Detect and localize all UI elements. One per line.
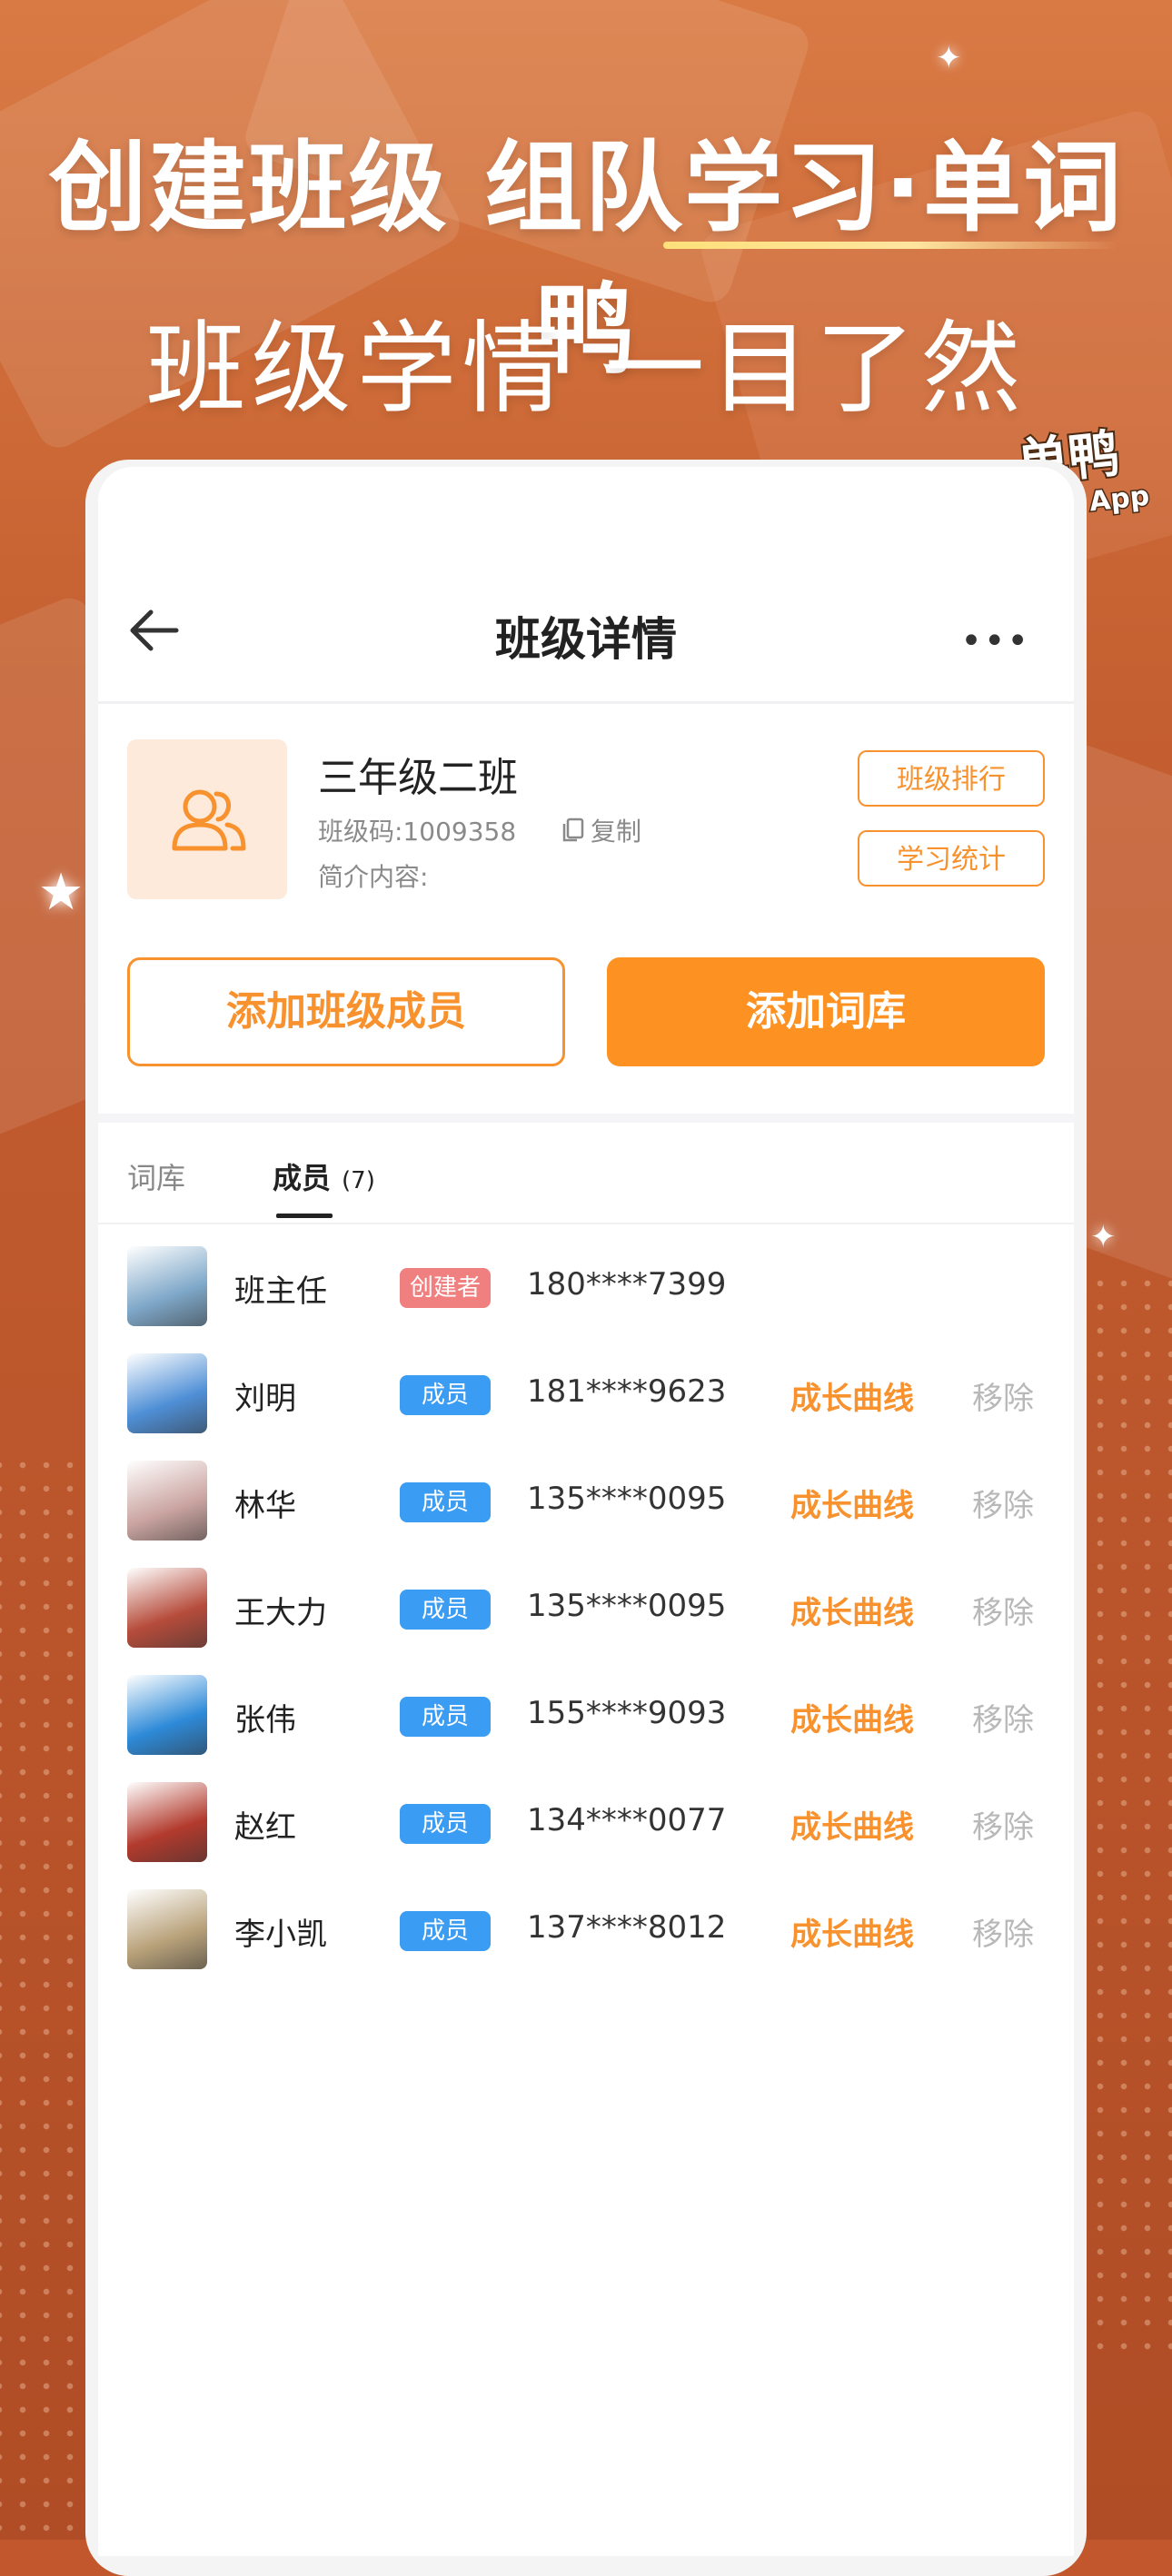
member-phone: 134****0077 [527, 1802, 727, 1838]
avatar [127, 1889, 207, 1969]
avatar [127, 1568, 207, 1648]
growth-curve-link[interactable]: 成长曲线 [790, 1588, 914, 1632]
remove-member-button[interactable]: 移除 [972, 1909, 1034, 1954]
app-screen: 班级详情 ••• 三年级二班 班级码:1009358 复制 简介内容: 班级排行… [98, 467, 1074, 2556]
member-phone: 181****9623 [527, 1373, 727, 1410]
member-name: 赵红 [234, 1809, 296, 1846]
member-name: 李小凯 [234, 1917, 327, 1953]
growth-curve-link[interactable]: 成长曲线 [790, 1909, 914, 1954]
remove-member-button[interactable]: 移除 [972, 1695, 1034, 1739]
member-phone: 135****0095 [527, 1481, 727, 1517]
growth-curve-link[interactable]: 成长曲线 [790, 1802, 914, 1847]
member-name: 刘明 [234, 1381, 296, 1417]
section-divider [98, 1114, 1074, 1123]
more-options-button[interactable]: ••• [960, 623, 1030, 659]
member-name: 班主任 [234, 1273, 327, 1310]
copy-code-button[interactable]: 复制 [561, 812, 641, 848]
member-row: 班主任 创建者 180****7399 [98, 1230, 1074, 1337]
class-name: 三年级二班 [318, 755, 518, 801]
member-row: 李小凯 成员 137****8012 成长曲线 移除 [98, 1873, 1074, 1980]
remove-member-button[interactable]: 移除 [972, 1373, 1034, 1418]
logo-app-text: App [1087, 479, 1152, 520]
sparkle-icon: ✦ [936, 40, 962, 76]
add-member-button[interactable]: 添加班级成员 [127, 957, 565, 1066]
avatar [127, 1461, 207, 1541]
member-name: 张伟 [234, 1702, 296, 1739]
role-badge: 成员 [400, 1911, 491, 1951]
member-list: 班主任 创建者 180****7399 刘明 成员 181****9623 成长… [98, 1230, 1074, 1980]
class-info-card: 三年级二班 班级码:1009358 复制 简介内容: 班级排行 学习统计 [127, 739, 1045, 912]
star-icon: ★ [38, 863, 84, 922]
study-stats-button[interactable]: 学习统计 [858, 830, 1045, 887]
growth-curve-link[interactable]: 成长曲线 [790, 1373, 914, 1418]
class-avatar [127, 739, 287, 899]
growth-curve-link[interactable]: 成长曲线 [790, 1481, 914, 1525]
group-icon [172, 789, 246, 851]
promo-subheadline: 班级学情 一目了然 [145, 311, 1027, 427]
member-phone: 180****7399 [527, 1266, 727, 1303]
role-badge: 成员 [400, 1697, 491, 1737]
remove-member-button[interactable]: 移除 [972, 1588, 1034, 1632]
tab-members[interactable]: 成员 (7) [273, 1155, 375, 1197]
role-badge: 成员 [400, 1375, 491, 1415]
role-badge: 成员 [400, 1804, 491, 1844]
growth-curve-link[interactable]: 成长曲线 [790, 1695, 914, 1739]
member-name: 王大力 [234, 1595, 327, 1631]
tab-wordbank[interactable]: 词库 [127, 1155, 185, 1197]
avatar [127, 1675, 207, 1755]
member-phone: 135****0095 [527, 1588, 727, 1624]
role-badge: 成员 [400, 1482, 491, 1522]
role-badge: 成员 [400, 1590, 491, 1630]
member-row: 刘明 成员 181****9623 成长曲线 移除 [98, 1337, 1074, 1444]
member-phone: 155****9093 [527, 1695, 727, 1731]
class-ranking-button[interactable]: 班级排行 [858, 750, 1045, 807]
class-intro: 简介内容: [318, 862, 429, 892]
avatar [127, 1246, 207, 1326]
tab-bar: 词库 成员 (7) [98, 1123, 1074, 1224]
nav-bar: 班级详情 ••• [98, 467, 1074, 704]
sparkle-icon: ✦ [1090, 1219, 1117, 1255]
active-tab-indicator [276, 1214, 333, 1218]
page-title: 班级详情 [495, 613, 677, 666]
member-row: 王大力 成员 135****0095 成长曲线 移除 [98, 1551, 1074, 1659]
remove-member-button[interactable]: 移除 [972, 1802, 1034, 1847]
member-phone: 137****8012 [527, 1909, 727, 1946]
headline-underline [663, 242, 1117, 249]
member-row: 张伟 成员 155****9093 成长曲线 移除 [98, 1659, 1074, 1766]
copy-label: 复制 [591, 817, 642, 847]
copy-icon [562, 817, 584, 842]
class-code: 班级码:1009358 [318, 817, 517, 847]
avatar [127, 1782, 207, 1862]
tab-members-count: (7) [342, 1167, 375, 1194]
member-name: 林华 [234, 1488, 296, 1524]
member-row: 赵红 成员 134****0077 成长曲线 移除 [98, 1766, 1074, 1873]
add-wordbank-button[interactable]: 添加词库 [607, 957, 1045, 1066]
role-badge: 创建者 [400, 1268, 491, 1308]
remove-member-button[interactable]: 移除 [972, 1481, 1034, 1525]
tab-members-label: 成员 [273, 1161, 332, 1195]
member-row: 林华 成员 135****0095 成长曲线 移除 [98, 1444, 1074, 1551]
avatar [127, 1353, 207, 1433]
